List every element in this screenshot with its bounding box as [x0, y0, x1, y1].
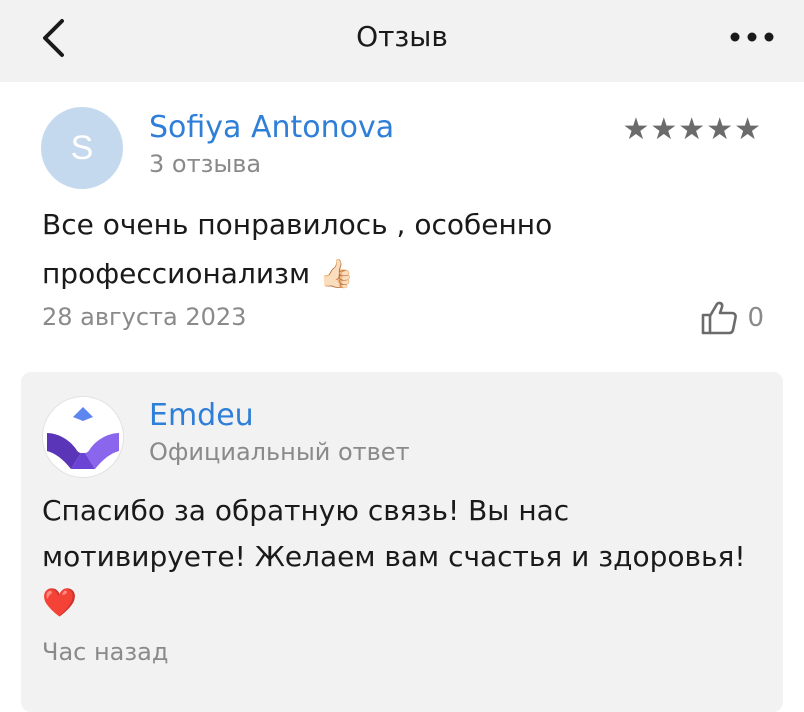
reviewer-avatar[interactable]: S [41, 107, 123, 189]
like-count: 0 [747, 303, 764, 333]
avatar-initial: S [70, 128, 94, 167]
more-horizontal-icon [730, 32, 774, 42]
like-button[interactable]: 0 [701, 298, 764, 338]
company-logo[interactable] [42, 396, 124, 478]
review-text: Все очень понравилось , особенно професс… [42, 208, 553, 290]
top-bar: Отзыв [0, 0, 804, 82]
reply-text: Спасибо за обратную связь! Вы нас мотиви… [42, 494, 746, 619]
reply-time: Час назад [42, 638, 169, 666]
reviewer-review-count: 3 отзыва [149, 150, 262, 178]
reviewer-name[interactable]: Sofiya Antonova [149, 110, 394, 145]
thumbs-up-icon [702, 301, 738, 335]
emdeu-logo-icon [47, 407, 119, 469]
company-name[interactable]: Emdeu [149, 398, 254, 433]
rating-stars: ★★★★★ [622, 112, 762, 147]
official-reply-label: Официальный ответ [149, 438, 410, 466]
review-date: 28 августа 2023 [42, 303, 247, 331]
more-options-button[interactable] [722, 18, 782, 58]
page-title: Отзыв [356, 20, 448, 53]
